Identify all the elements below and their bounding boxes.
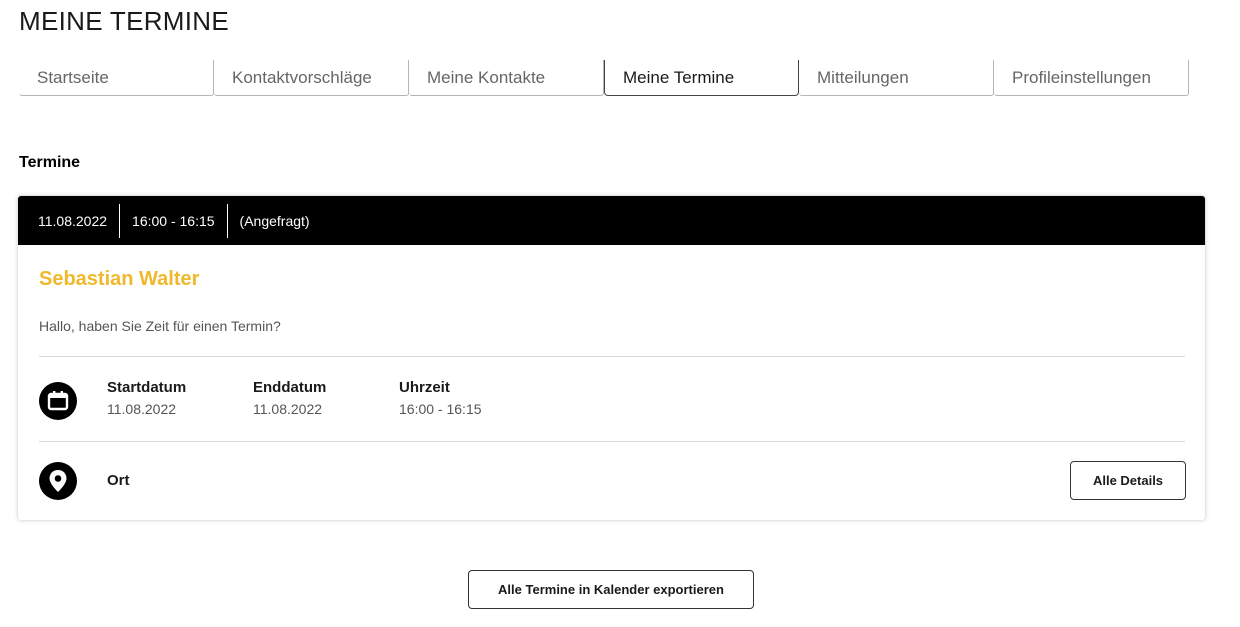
tab-startseite[interactable]: Startseite — [19, 60, 214, 96]
tab-meine-termine[interactable]: Meine Termine — [604, 60, 799, 96]
header-status: (Angefragt) — [239, 212, 310, 229]
map-pin-icon — [39, 462, 77, 500]
appointment-header: 11.08.2022 16:00 - 16:15 (Angefragt) — [18, 196, 1205, 245]
time-label: Uhrzeit — [399, 379, 450, 396]
page-title: MEINE TERMINE — [19, 6, 229, 36]
contact-name[interactable]: Sebastian Walter — [39, 268, 199, 291]
tab-profileinstellungen[interactable]: Profileinstellungen — [994, 60, 1189, 96]
end-date-value: 11.08.2022 — [253, 401, 323, 417]
time-value: 16:00 - 16:15 — [399, 401, 482, 417]
tab-kontaktvorschlaege[interactable]: Kontaktvorschläge — [214, 60, 409, 96]
start-date-value: 11.08.2022 — [107, 401, 177, 417]
divider — [39, 356, 1185, 357]
divider — [39, 441, 1185, 442]
tab-mitteilungen[interactable]: Mitteilungen — [799, 60, 994, 96]
all-details-button[interactable]: Alle Details — [1070, 461, 1186, 500]
end-date-label: Enddatum — [253, 379, 327, 396]
calendar-icon — [39, 382, 77, 420]
export-calendar-button[interactable]: Alle Termine in Kalender exportieren — [468, 570, 754, 609]
appointment-message: Hallo, haben Sie Zeit für einen Termin? — [39, 318, 281, 334]
header-time: 16:00 - 16:15 — [132, 212, 215, 229]
main-tabs: Startseite Kontaktvorschläge Meine Konta… — [19, 60, 1189, 96]
start-date-label: Startdatum — [107, 379, 187, 396]
appointment-card: 11.08.2022 16:00 - 16:15 (Angefragt) Seb… — [18, 196, 1205, 520]
location-label: Ort — [107, 472, 130, 489]
tab-meine-kontakte[interactable]: Meine Kontakte — [409, 60, 604, 96]
section-heading: Termine — [19, 154, 81, 171]
header-date: 11.08.2022 — [38, 212, 108, 229]
